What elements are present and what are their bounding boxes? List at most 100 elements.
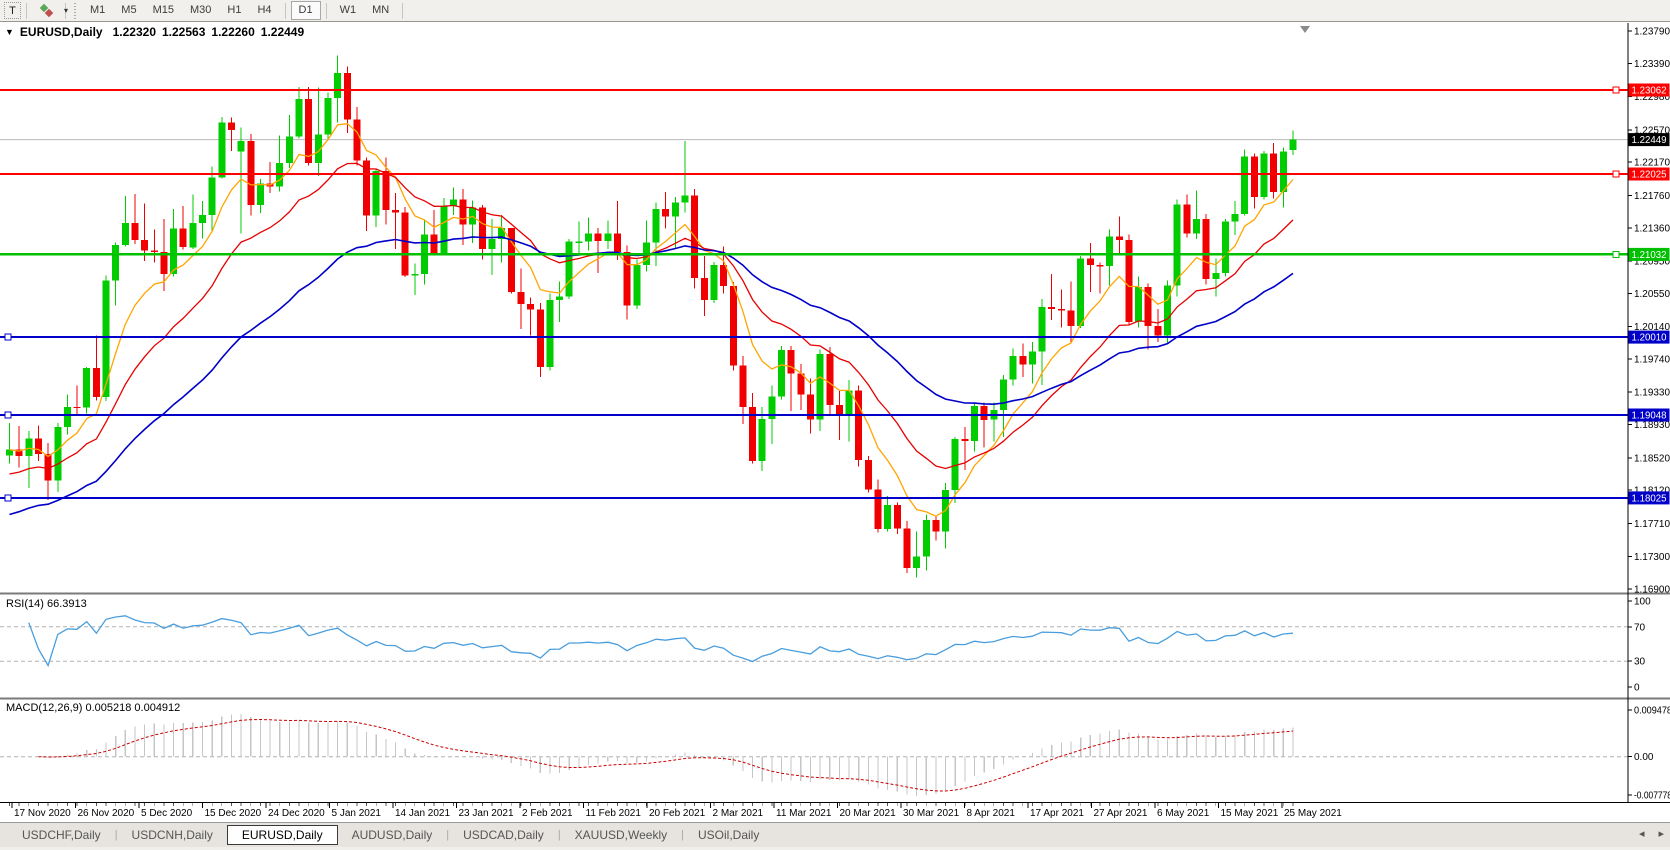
svg-text:8 Apr 2021: 8 Apr 2021 [967, 808, 1016, 819]
rsi-indicator-label: RSI(14) 66.3913 [6, 598, 87, 610]
tab-xauusd[interactable]: XAUUSD,Weekly [563, 825, 679, 845]
chart-symbol-label: EURUSD,Daily [20, 25, 103, 39]
timeframe-m15[interactable]: M15 [145, 1, 182, 20]
price-label-chip: 1.20010 [1629, 331, 1670, 344]
svg-text:1.20550: 1.20550 [1634, 289, 1670, 300]
svg-text:1.23062: 1.23062 [1632, 86, 1667, 97]
tab-scroll-left-icon[interactable]: ◂ [1639, 827, 1645, 840]
macd-indicator-label: MACD(12,26,9) 0.005218 0.004912 [6, 702, 180, 714]
svg-text:17 Nov 2020: 17 Nov 2020 [14, 808, 71, 819]
svg-text:6 May 2021: 6 May 2021 [1157, 808, 1210, 819]
tab-scroll-right-icon[interactable]: ▸ [1658, 827, 1664, 840]
line-handle [1613, 171, 1619, 177]
svg-text:1.19740: 1.19740 [1634, 355, 1670, 366]
price-label-chip: 1.22025 [1629, 168, 1670, 181]
line-handle [1613, 87, 1619, 93]
objects-sort-icon[interactable]: ▾ [38, 3, 60, 19]
toolbar-grip[interactable] [74, 3, 76, 19]
tab-audusd[interactable]: AUDUSD,Daily [340, 825, 445, 845]
svg-text:1.21760: 1.21760 [1634, 191, 1670, 202]
price-label-chip: 1.22449 [1629, 133, 1670, 146]
svg-text:1.18930: 1.18930 [1634, 420, 1670, 431]
price-label-chip: 1.19048 [1629, 409, 1670, 422]
toolbar-separator [26, 3, 27, 19]
svg-text:15 May 2021: 15 May 2021 [1221, 808, 1279, 819]
symbol-tab-bar: USDCHF,Daily|USDCNH,DailyEURUSD,DailyAUD… [0, 822, 1670, 847]
svg-text:1.17710: 1.17710 [1634, 519, 1670, 530]
svg-text:1.23390: 1.23390 [1634, 59, 1670, 70]
chart-ohlc-title: ▼ EURUSD,Daily 1.22320 1.22563 1.22260 1… [5, 25, 304, 39]
svg-text:1.18025: 1.18025 [1632, 493, 1667, 504]
horizontal-price-line[interactable] [0, 87, 1628, 93]
tab-separator: | [446, 829, 449, 841]
timeframe-w1[interactable]: W1 [332, 1, 365, 20]
tab-scroll-arrows: ◂ ▸ [1639, 827, 1664, 840]
svg-text:15 Dec 2020: 15 Dec 2020 [205, 808, 262, 819]
symbol-tabs: USDCHF,Daily|USDCNH,DailyEURUSD,DailyAUD… [0, 825, 771, 845]
svg-text:0.00: 0.00 [1634, 752, 1654, 763]
svg-text:5 Dec 2020: 5 Dec 2020 [141, 808, 193, 819]
timeframe-mn[interactable]: MN [364, 1, 397, 20]
ma-line-8[interactable] [10, 124, 1294, 517]
timeframe-m30[interactable]: M30 [182, 1, 219, 20]
svg-text:24 Dec 2020: 24 Dec 2020 [268, 808, 325, 819]
line-handle [1613, 251, 1619, 257]
tab-usoil[interactable]: USOil,Daily [686, 825, 771, 845]
svg-text:1.20010: 1.20010 [1632, 333, 1667, 344]
svg-text:11 Mar 2021: 11 Mar 2021 [776, 808, 832, 819]
chart-menu-icon[interactable]: ▼ [5, 27, 14, 37]
svg-text:1.17300: 1.17300 [1634, 552, 1670, 563]
tab-separator: | [558, 829, 561, 841]
chart-low-value: 1.22260 [211, 25, 254, 39]
svg-text:2 Mar 2021: 2 Mar 2021 [713, 808, 764, 819]
chart-close-value: 1.22449 [261, 25, 304, 39]
price-label-chip: 1.23062 [1629, 84, 1670, 97]
timeframe-m1[interactable]: M1 [82, 1, 113, 20]
svg-text:-0.007778: -0.007778 [1634, 791, 1670, 802]
timeframe-m5[interactable]: M5 [113, 1, 144, 20]
date-axis[interactable]: 17 Nov 202026 Nov 20205 Dec 202015 Dec 2… [0, 803, 1670, 820]
svg-text:70: 70 [1634, 622, 1646, 633]
svg-text:1.21360: 1.21360 [1634, 223, 1670, 234]
tab-separator: | [115, 829, 118, 841]
line-handle [5, 412, 11, 418]
svg-text:5 Jan 2021: 5 Jan 2021 [332, 808, 382, 819]
chart-open-value: 1.22320 [113, 25, 156, 39]
horizontal-price-line[interactable] [0, 171, 1628, 177]
toolbar-separator [402, 3, 403, 19]
horizontal-price-line[interactable] [0, 495, 1628, 501]
chart-shift-marker[interactable] [1300, 26, 1310, 33]
svg-text:30: 30 [1634, 657, 1646, 668]
rsi-line [29, 616, 1293, 666]
tab-separator: | [681, 829, 684, 841]
candles [6, 55, 1297, 577]
chevron-down-icon: ▾ [64, 6, 68, 15]
tab-usdcnh[interactable]: USDCNH,Daily [120, 825, 225, 845]
price-label-chip: 1.21032 [1629, 248, 1670, 261]
timeframe-buttons: M1M5M15M30H1H4 D1 W1MN [82, 1, 408, 20]
tab-usdcad[interactable]: USDCAD,Daily [451, 825, 556, 845]
svg-text:1.23790: 1.23790 [1634, 27, 1670, 38]
svg-text:1.19048: 1.19048 [1632, 411, 1667, 422]
top-toolbar: T ▾ M1M5M15M30H1H4 D1 W1MN [0, 0, 1670, 22]
svg-text:0.009478: 0.009478 [1634, 706, 1670, 717]
svg-text:1.22025: 1.22025 [1632, 170, 1667, 181]
svg-text:1.16900: 1.16900 [1634, 585, 1670, 596]
chart-canvas[interactable]: 1.237901.233901.229801.225701.221701.217… [0, 0, 1670, 850]
tab-eurusd[interactable]: EURUSD,Daily [227, 825, 338, 845]
svg-text:11 Feb 2021: 11 Feb 2021 [586, 808, 642, 819]
panel-splitters[interactable] [0, 594, 1670, 699]
chart-high-value: 1.22563 [162, 25, 205, 39]
timeframe-d1[interactable]: D1 [291, 1, 321, 20]
svg-text:20 Mar 2021: 20 Mar 2021 [840, 808, 897, 819]
text-tool-button[interactable]: T [4, 2, 21, 19]
toolbar-separator [285, 3, 286, 19]
macd-histogram [10, 714, 1294, 796]
svg-text:27 Apr 2021: 27 Apr 2021 [1094, 808, 1148, 819]
horizontal-price-line[interactable] [0, 251, 1628, 257]
timeframe-h4[interactable]: H4 [249, 1, 279, 20]
svg-text:1.22170: 1.22170 [1634, 158, 1670, 169]
timeframe-h1[interactable]: H1 [219, 1, 249, 20]
tab-usdchf[interactable]: USDCHF,Daily [10, 825, 113, 845]
svg-text:100: 100 [1634, 597, 1651, 608]
